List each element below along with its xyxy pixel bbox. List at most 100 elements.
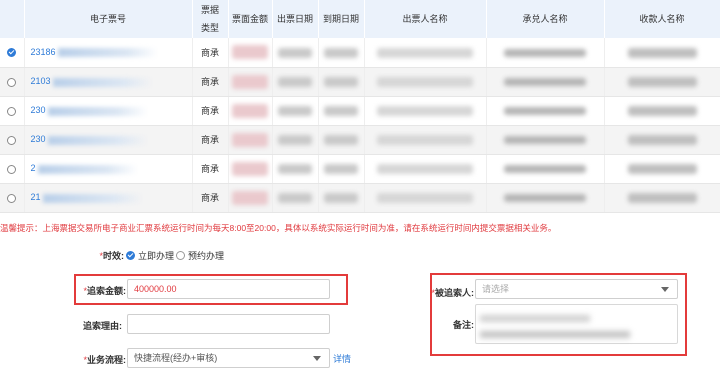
- due-date-cell: [318, 96, 365, 126]
- redacted-text: [37, 164, 138, 174]
- redacted-text: [231, 132, 269, 147]
- row-select-cell[interactable]: [0, 38, 25, 68]
- row-select-cell[interactable]: [0, 183, 25, 213]
- redacted-text: [231, 74, 269, 89]
- header-drawer[interactable]: 出票人名称: [364, 0, 487, 38]
- header-bill-no[interactable]: 电子票号: [24, 0, 193, 38]
- acceptor-cell: [486, 154, 605, 184]
- redacted-text: [231, 45, 269, 60]
- bill-no-cell[interactable]: 230: [24, 125, 193, 155]
- row-select-cell[interactable]: [0, 125, 25, 155]
- drawer-cell: [364, 154, 487, 184]
- recourse-page: 电子票号 票据类型 票面金额 出票日期 到期日期 出票人名称 承兑人名称 收款人…: [0, 0, 720, 380]
- payee-cell: [604, 96, 720, 126]
- redacted-text: [504, 107, 586, 116]
- radio-unchecked-icon[interactable]: [7, 77, 17, 87]
- due-date-cell: [318, 38, 365, 68]
- redacted-text: [324, 192, 358, 203]
- bills-table: 电子票号 票据类型 票面金额 出票日期 到期日期 出票人名称 承兑人名称 收款人…: [0, 0, 720, 213]
- header-amount[interactable]: 票面金额: [228, 0, 273, 38]
- table-row[interactable]: 23186 商承: [0, 38, 720, 68]
- radio-unchecked-icon[interactable]: [7, 135, 17, 145]
- header-payee[interactable]: 收款人名称: [604, 0, 720, 38]
- row-select-cell[interactable]: [0, 96, 25, 126]
- redacted-text: [627, 47, 697, 58]
- acceptor-cell: [486, 96, 605, 126]
- redacted-text: [627, 134, 697, 145]
- issue-date-cell: [272, 38, 319, 68]
- redacted-text: [231, 161, 269, 176]
- payee-cell: [604, 183, 720, 213]
- table-row[interactable]: 2103 商承: [0, 67, 720, 97]
- acceptor-cell: [486, 125, 605, 155]
- bill-no-cell[interactable]: 21: [24, 183, 193, 213]
- redacted-text: [278, 76, 312, 87]
- redacted-text: [376, 105, 474, 116]
- due-date-cell: [318, 183, 365, 213]
- radio-checked-icon[interactable]: [126, 251, 135, 260]
- recourse-reason-input[interactable]: [127, 314, 330, 334]
- redacted-text: [504, 48, 586, 57]
- amount-cell: [228, 183, 273, 213]
- bill-no-link[interactable]: 2: [31, 163, 36, 173]
- radio-unchecked-icon[interactable]: [7, 164, 17, 174]
- redacted-text: [627, 76, 697, 87]
- redacted-text: [324, 163, 358, 174]
- redacted-text: [376, 47, 474, 58]
- redacted-text: [504, 194, 586, 203]
- bill-no-link[interactable]: 23186: [31, 47, 56, 57]
- bill-no-cell[interactable]: 230: [24, 96, 193, 126]
- redacted-text: [278, 163, 312, 174]
- header-due-date[interactable]: 到期日期: [318, 0, 365, 38]
- redacted-text: [278, 134, 312, 145]
- redacted-text: [504, 136, 586, 145]
- table-header-row: 电子票号 票据类型 票面金额 出票日期 到期日期 出票人名称 承兑人名称 收款人…: [0, 0, 720, 38]
- timing-immediate-option[interactable]: 立即办理: [126, 249, 174, 262]
- bill-no-link[interactable]: 230: [31, 134, 46, 144]
- bill-type-cell: 商承: [192, 154, 229, 184]
- radio-unchecked-icon[interactable]: [7, 106, 17, 116]
- table-row[interactable]: 21 商承: [0, 183, 720, 213]
- drawer-cell: [364, 183, 487, 213]
- bill-type-cell: 商承: [192, 183, 229, 213]
- redacted-text: [627, 163, 697, 174]
- table-row[interactable]: 230 商承: [0, 96, 720, 126]
- redacted-text: [376, 134, 474, 145]
- redacted-text: [278, 105, 312, 116]
- due-date-cell: [318, 154, 365, 184]
- row-select-cell[interactable]: [0, 67, 25, 97]
- bill-no-link[interactable]: 230: [31, 105, 46, 115]
- bill-no-link[interactable]: 2103: [31, 76, 51, 86]
- redacted-text: [376, 192, 474, 203]
- timing-scheduled-option[interactable]: 预约办理: [176, 249, 224, 262]
- system-notice: 温馨提示：上海票据交易所电子商业汇票系统运行时间为每天8:00至20:00，具体…: [0, 223, 557, 233]
- issue-date-cell: [272, 67, 319, 97]
- bill-type-cell: 商承: [192, 125, 229, 155]
- highlight-box-amount: [74, 274, 348, 305]
- bill-no-cell[interactable]: 2103: [24, 67, 193, 97]
- amount-cell: [228, 125, 273, 155]
- issue-date-cell: [272, 154, 319, 184]
- bill-no-cell[interactable]: 2: [24, 154, 193, 184]
- header-bill-type[interactable]: 票据类型: [192, 0, 229, 38]
- issue-date-cell: [272, 183, 319, 213]
- header-acceptor[interactable]: 承兑人名称: [486, 0, 605, 38]
- process-details-link[interactable]: 详情: [333, 352, 351, 365]
- redacted-text: [278, 47, 312, 58]
- radio-unchecked-icon[interactable]: [176, 251, 185, 260]
- acceptor-cell: [486, 67, 605, 97]
- bill-type-cell: 商承: [192, 38, 229, 68]
- radio-unchecked-icon[interactable]: [7, 193, 17, 203]
- radio-checked-icon[interactable]: [7, 48, 17, 58]
- redacted-text: [324, 47, 358, 58]
- bill-no-cell[interactable]: 23186: [24, 38, 193, 68]
- process-select[interactable]: 快捷流程(经办+审核): [127, 348, 330, 368]
- header-issue-date[interactable]: 出票日期: [272, 0, 319, 38]
- redacted-text: [324, 105, 358, 116]
- reason-label: 追索理由:: [83, 321, 122, 331]
- row-select-cell[interactable]: [0, 154, 25, 184]
- table-row[interactable]: 230 商承: [0, 125, 720, 155]
- table-row[interactable]: 2 商承: [0, 154, 720, 184]
- chevron-down-icon[interactable]: [313, 356, 321, 361]
- bill-no-link[interactable]: 21: [31, 192, 41, 202]
